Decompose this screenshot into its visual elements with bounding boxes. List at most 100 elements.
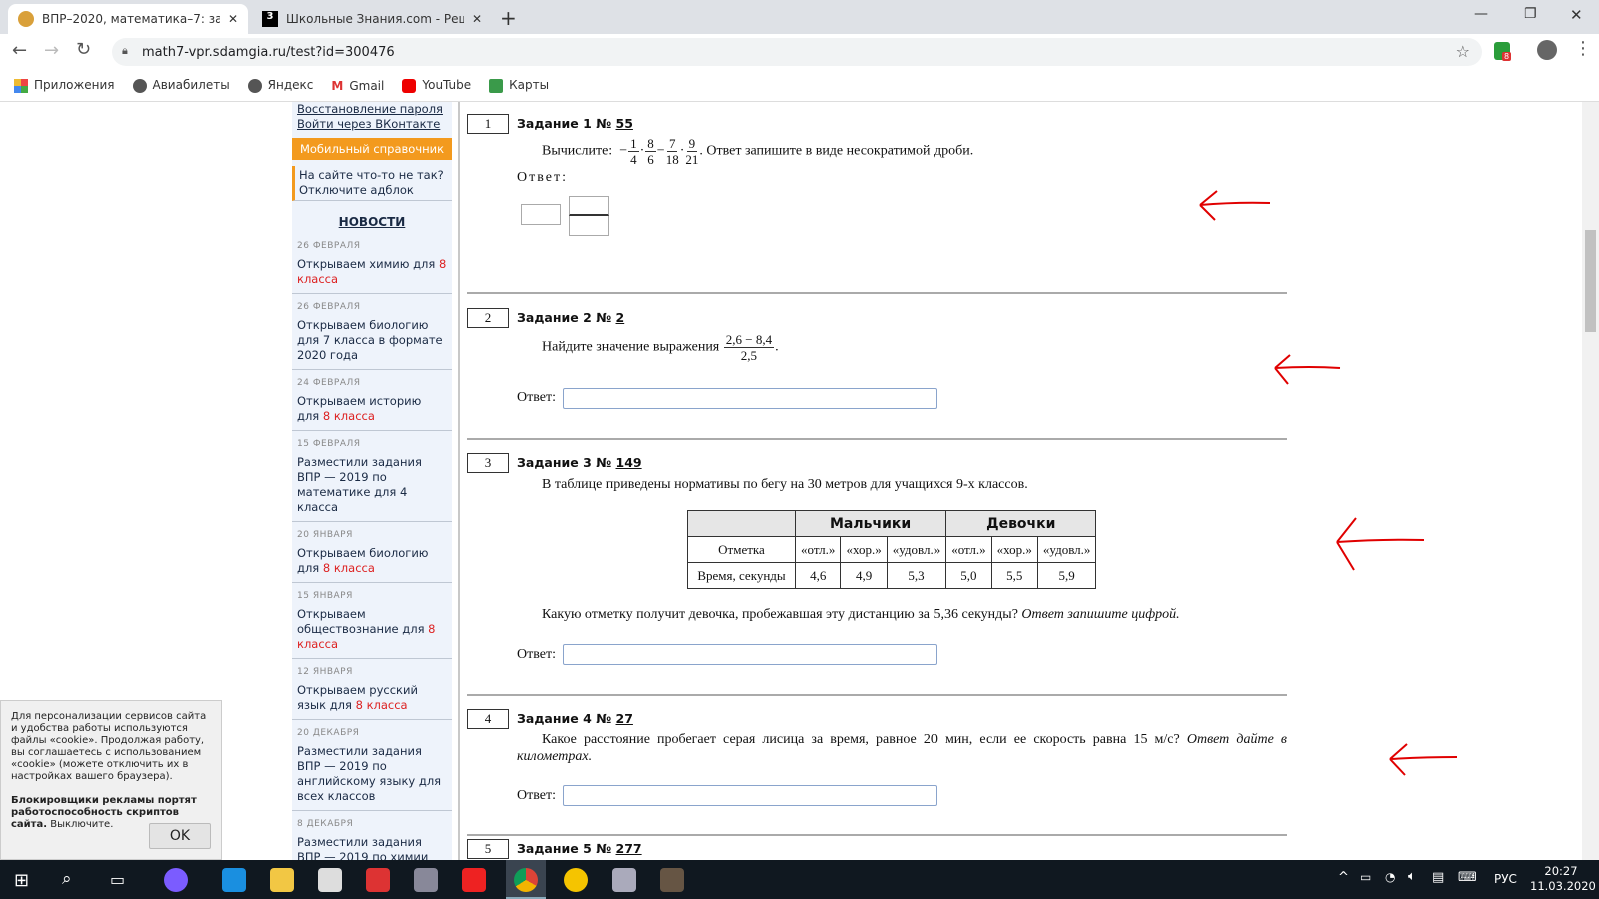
tab-znania[interactable]: 3 Школьные Знания.com - Решае ✕ <box>252 4 492 34</box>
new-tab-button[interactable]: + <box>500 6 517 30</box>
game-icon[interactable] <box>660 868 684 892</box>
menu-kebab-icon[interactable]: ⋮ <box>1574 38 1592 59</box>
battery-icon[interactable]: ▭ <box>1360 870 1371 884</box>
close-window-button[interactable]: ✕ <box>1570 6 1583 24</box>
reload-button[interactable]: ↻ <box>76 39 91 60</box>
tab-strip: ВПР–2020, математика–7: задан ✕ 3 Школьн… <box>0 0 1599 34</box>
separator <box>467 292 1287 294</box>
cookie-ok-button[interactable]: OK <box>149 823 211 849</box>
task-prompt: В таблице приведены нормативы по бегу на… <box>542 477 1028 492</box>
news-link[interactable]: Разместили задания ВПР — 2019 по химии д… <box>297 835 447 860</box>
bookmark-maps[interactable]: Карты <box>489 78 549 93</box>
task-id-link[interactable]: 149 <box>616 455 642 470</box>
close-tab-icon[interactable]: ✕ <box>472 12 482 26</box>
answer-numerator-input[interactable] <box>569 196 609 216</box>
news-link[interactable]: Открываем биологию для 8 класса <box>297 546 447 576</box>
task-title: Задание 5 № 277 <box>517 841 642 856</box>
news-link[interactable]: Разместили задания ВПР — 2019 по математ… <box>297 455 447 515</box>
news-item[interactable]: 26 ФЕВРАЛЯ Открываем биологию для 7 класс… <box>292 294 452 370</box>
tray-chevron-icon[interactable]: ^ <box>1338 870 1349 885</box>
app-icon[interactable] <box>366 868 390 892</box>
separator <box>467 438 1287 440</box>
news-item[interactable]: 26 ФЕВРАЛЯ Открываем химию для 8 класса <box>292 233 452 294</box>
clock[interactable]: 20:27 11.03.2020 <box>1530 864 1596 894</box>
address-bar[interactable]: 🔒︎ math7-vpr.sdamgia.ru/test?id=300476 ☆ <box>112 38 1482 66</box>
tab-vpr[interactable]: ВПР–2020, математика–7: задан ✕ <box>8 4 248 34</box>
close-tab-icon[interactable]: ✕ <box>228 12 238 26</box>
bookmark-aviabilety[interactable]: Авиабилеты <box>132 78 230 93</box>
norms-table: Мальчики Девочки Отметка «отл.» «хор.» «удов… <box>687 510 1097 589</box>
task-id-link[interactable]: 55 <box>616 116 633 131</box>
explorer-icon[interactable] <box>270 868 294 892</box>
restore-password-link[interactable]: Восстановление пароля <box>297 102 447 117</box>
back-button[interactable]: ← <box>12 40 27 61</box>
answer-whole-input[interactable] <box>521 204 561 225</box>
task-id-link[interactable]: 2 <box>616 310 625 325</box>
separator <box>467 694 1287 696</box>
youtube-icon <box>402 78 417 93</box>
store-icon[interactable] <box>318 868 342 892</box>
edge-icon[interactable] <box>222 868 246 892</box>
language-indicator[interactable]: РУС <box>1494 872 1517 886</box>
maps-icon <box>489 78 504 93</box>
news-link[interactable]: Открываем историю для 8 класса <box>297 394 447 424</box>
answer-input[interactable] <box>563 785 937 806</box>
answer-input[interactable] <box>563 388 937 409</box>
news-item[interactable]: 15 ЯНВАРЯ Открываем обществознание для 8 … <box>292 583 452 659</box>
mobile-guide-button[interactable]: Мобильный справочник <box>292 138 452 160</box>
news-link[interactable]: Открываем русский язык для 8 класса <box>297 683 447 713</box>
search-icon[interactable]: ⌕ <box>62 869 72 889</box>
cookie-notice: Для персонализации сервисов сайта и удоб… <box>0 700 222 860</box>
minimize-button[interactable]: — <box>1474 6 1488 22</box>
news-item[interactable]: 24 ФЕВРАЛЯ Открываем историю для 8 класса <box>292 370 452 431</box>
notification-icon[interactable]: ▤ <box>1432 870 1444 885</box>
task-id-link[interactable]: 27 <box>616 711 633 726</box>
news-link[interactable]: Разместили задания ВПР — 2019 по английс… <box>297 744 447 804</box>
profile-avatar-icon[interactable] <box>1537 40 1557 60</box>
bookmark-gmail[interactable]: M Gmail <box>331 79 384 93</box>
app-icon[interactable] <box>564 868 588 892</box>
task-title: Задание 3 № 149 <box>517 455 642 470</box>
bookmark-yandex[interactable]: Яндекс <box>247 78 313 93</box>
yandex-browser-icon[interactable] <box>462 868 486 892</box>
news-link[interactable]: Открываем обществознание для 8 класса <box>297 607 447 652</box>
keyboard-icon[interactable]: ⌨ <box>1458 870 1477 885</box>
task-question: Какое расстояние пробегает серая лисица … <box>517 732 1287 764</box>
task-id-link[interactable]: 277 <box>616 841 642 856</box>
answer-input[interactable] <box>563 644 937 665</box>
annotation-arrow-icon <box>1336 517 1425 571</box>
task-prompt: Найдите значение выражения 2,6 − 8,4 2,5. <box>542 332 779 363</box>
alice-icon[interactable] <box>164 868 188 892</box>
answer-label: Ответ: <box>517 170 568 185</box>
page-scrollbar[interactable] <box>1582 102 1599 860</box>
bookmark-star-icon[interactable]: ☆ <box>1456 42 1470 61</box>
start-button[interactable]: ⊞ <box>14 870 29 891</box>
adblock-notice: На сайте что-то не так? Отключите адблок <box>292 166 452 201</box>
task-title: Задание 1 № 55 <box>517 116 633 131</box>
forward-button[interactable]: → <box>44 40 59 61</box>
task-4: 4 Задание 4 № 27 Какое расстояние пробег… <box>467 709 1287 839</box>
news-item[interactable]: 20 ДЕКАБРЯ Разместили задания ВПР — 2019 … <box>292 720 452 811</box>
news-link[interactable]: Открываем химию для 8 класса <box>297 257 447 287</box>
news-item[interactable]: 15 ФЕВРАЛЯ Разместили задания ВПР — 2019 … <box>292 431 452 522</box>
news-item[interactable]: 12 ЯНВАРЯ Открываем русский язык для 8 кл… <box>292 659 452 720</box>
answer-label: Ответ: <box>517 788 556 803</box>
wifi-icon[interactable]: ◔ <box>1385 870 1395 884</box>
volume-icon[interactable]: 🔈︎ <box>1408 869 1416 884</box>
news-link[interactable]: Открываем биологию для 7 класса в формат… <box>297 318 447 363</box>
news-item[interactable]: 8 ДЕКАБРЯ Разместили задания ВПР — 2019 п… <box>292 811 452 860</box>
news-item[interactable]: 20 ЯНВАРЯ Открываем биологию для 8 класса <box>292 522 452 583</box>
maximize-button[interactable]: ❐ <box>1524 6 1537 22</box>
extension-shield-icon[interactable]: 8 <box>1494 42 1512 61</box>
news-heading[interactable]: НОВОСТИ <box>292 215 452 229</box>
bookmark-youtube[interactable]: YouTube <box>402 78 471 93</box>
answer-denominator-input[interactable] <box>569 216 609 236</box>
chrome-taskbar-button[interactable] <box>506 860 546 899</box>
bookmark-apps[interactable]: Приложения <box>14 78 115 93</box>
scrollbar-thumb[interactable] <box>1585 230 1596 332</box>
task-view-icon[interactable]: ▭ <box>110 870 125 889</box>
vk-login-link[interactable]: Войти через ВКонтакте <box>297 117 447 132</box>
app-icon[interactable] <box>612 868 636 892</box>
app-icon[interactable] <box>414 868 438 892</box>
task-1: 1 Задание 1 № 55 Вычислите: −1 4 · 8 6−7 18 · 9… <box>467 114 1287 294</box>
